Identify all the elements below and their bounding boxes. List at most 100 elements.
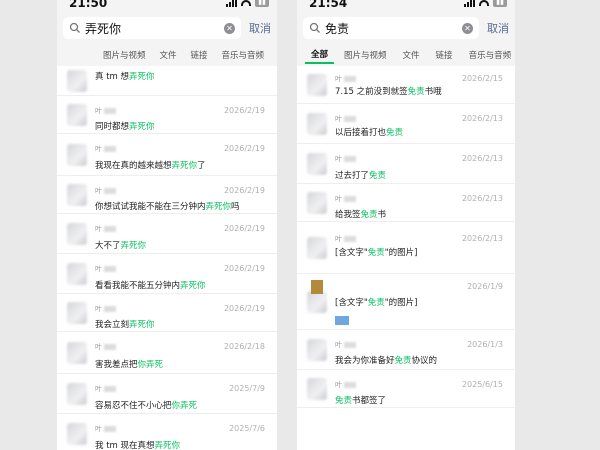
- message-text-before: 我会立刻: [95, 320, 130, 330]
- tab-files[interactable]: 文件: [154, 47, 183, 63]
- avatar: [307, 237, 327, 259]
- search-input[interactable]: 免责 ✕: [303, 17, 479, 39]
- wifi-icon: [241, 0, 252, 6]
- clear-search-icon[interactable]: ✕: [462, 22, 473, 34]
- signal-icon: [464, 0, 476, 7]
- sender-name: 叶: [335, 74, 356, 84]
- keyword-highlight: 弄死你: [129, 72, 155, 82]
- cancel-button[interactable]: 取消: [487, 20, 509, 36]
- tab-music-audio[interactable]: 音乐与音频: [216, 47, 271, 63]
- keyword-highlight: 弄死你: [120, 241, 147, 251]
- search-icon: [69, 22, 80, 33]
- result-row[interactable]: 2026/1/9 [含文字"免责"的图片]: [297, 274, 515, 330]
- result-row[interactable]: 叶 2026/2/18 害我差点把你弄死: [57, 332, 277, 374]
- status-bar: 21:54 ▮▮: [297, 0, 515, 12]
- avatar: [307, 74, 327, 96]
- result-row[interactable]: 叶 2026/2/19 我会立刻弄死你: [57, 294, 277, 332]
- message-text-before: 你想试试我能不能在三分钟内: [95, 202, 206, 212]
- message-text: 我会为你准备好免责协议的: [335, 354, 437, 366]
- result-row[interactable]: 叶 2026/2/13 以后接着打也免责: [297, 104, 515, 144]
- avatar: [307, 153, 327, 175]
- avatar: [307, 291, 327, 313]
- status-icons: ▮▮: [464, 0, 507, 7]
- tab-links[interactable]: 链接: [185, 47, 214, 63]
- message-text: 我现在真的越来越想弄死你了: [95, 159, 206, 171]
- sender-name: 叶: [95, 384, 116, 394]
- search-query: 免责: [325, 21, 350, 36]
- message-text-before: 大不了: [95, 241, 121, 251]
- cancel-button[interactable]: 取消: [249, 20, 271, 36]
- search-icon: [309, 22, 320, 33]
- result-row[interactable]: 叶 2026/1/3 我会为你准备好免责协议的: [297, 330, 515, 370]
- avatar: [307, 339, 327, 361]
- tab-images-videos[interactable]: 图片与视频: [338, 47, 393, 63]
- keyword-highlight: 免责: [367, 298, 385, 308]
- tab-files[interactable]: 文件: [397, 47, 426, 63]
- avatar: [67, 302, 87, 324]
- result-row[interactable]: 叶 2026/2/19 我现在真的越来越想弄死你了: [57, 134, 277, 176]
- result-row[interactable]: 叶 2026/2/13 过去打了免责: [297, 144, 515, 184]
- avatar: [67, 104, 87, 126]
- message-text: 真 tm 想弄死你: [95, 70, 155, 82]
- message-text: 免责书都签了: [335, 394, 386, 406]
- keyword-highlight: 你弄死: [137, 360, 164, 370]
- message-text-after: 书都签了: [352, 396, 387, 406]
- message-text: 看看我能不能五分钟内弄死你: [95, 279, 206, 291]
- result-row[interactable]: 叶 2026/2/19 看看我能不能五分钟内弄死你: [57, 254, 277, 294]
- message-text-after: "的图片]: [384, 248, 418, 258]
- message-date: 2026/1/3: [467, 340, 503, 349]
- sender-name: 叶: [335, 380, 356, 390]
- message-date: 2026/2/19: [223, 144, 265, 153]
- result-row[interactable]: 叶 2026/2/15 7.15 之前没到就签免责书哦: [297, 66, 515, 104]
- image-thumbnail[interactable]: [335, 316, 349, 325]
- filter-tabs: 图片与视频 文件 链接 音乐与音频: [57, 44, 277, 66]
- message-text-before: 真 tm 想: [95, 72, 130, 82]
- message-text: 7.15 之前没到就签免责书哦: [335, 85, 442, 97]
- avatar: [307, 192, 327, 214]
- result-row[interactable]: 叶 2026/2/19 你想试试我能不能在三分钟内弄死你吗: [57, 176, 277, 214]
- message-text-after: 书: [377, 210, 387, 220]
- left-phone-screen: 21:50 ▮▮ 弄死你 ✕ 取消 图片与视频 文件 链接 音乐与音频 真 tm…: [57, 0, 277, 450]
- filter-tabs: 全部 图片与视频 文件 链接 音乐与音频: [297, 44, 515, 66]
- result-row[interactable]: 叶 2025/7/6 我 tm 现在真想弄死你: [57, 414, 277, 450]
- result-row[interactable]: 叶 2025/7/9 容易忍不住不小心把你弄死: [57, 374, 277, 414]
- tab-links[interactable]: 链接: [430, 47, 459, 63]
- avatar: [67, 144, 87, 166]
- avatar: [67, 383, 87, 405]
- message-text-before: 看看我能不能五分钟内: [95, 281, 181, 291]
- result-row[interactable]: 叶 2026/2/19 大不了弄死你: [57, 214, 277, 254]
- avatar: [307, 378, 327, 400]
- tab-all[interactable]: 全部: [305, 46, 335, 64]
- message-date: 2026/2/15: [461, 74, 503, 83]
- message-text-before: 以后接着打也: [335, 128, 387, 138]
- search-bar: 免责 ✕ 取消: [297, 12, 515, 44]
- tab-images-videos[interactable]: 图片与视频: [97, 47, 152, 63]
- result-row[interactable]: 叶 2026/2/13 [含文字"免责"的图片]: [297, 222, 515, 274]
- message-date: 2026/2/13: [461, 114, 503, 123]
- result-row[interactable]: 叶 2025/6/15 免责书都签了: [297, 370, 515, 408]
- message-text: 大不了弄死你: [95, 239, 146, 251]
- message-date: 2026/2/18: [223, 342, 265, 351]
- message-text-before: 给我签: [335, 210, 361, 220]
- result-row[interactable]: 真 tm 想弄死你: [57, 66, 277, 96]
- message-date: 2026/2/19: [223, 264, 265, 273]
- message-text-after: "的图片]: [384, 298, 418, 308]
- keyword-highlight: 免责: [394, 356, 412, 366]
- message-text-before: 我 tm 现在真想: [95, 441, 155, 450]
- clear-search-icon[interactable]: ✕: [224, 22, 235, 34]
- signal-icon: [226, 0, 238, 7]
- keyword-highlight: 免责: [360, 210, 378, 220]
- tab-music-audio[interactable]: 音乐与音频: [463, 47, 515, 63]
- result-row[interactable]: 叶 2026/2/13 给我签免责书: [297, 184, 515, 222]
- avatar: [67, 223, 87, 245]
- sender-name: 叶: [95, 424, 116, 434]
- message-text: 同时都想弄死你: [95, 120, 155, 132]
- keyword-highlight: 弄死你: [205, 202, 232, 212]
- result-row[interactable]: 叶 2026/2/19 同时都想弄死你: [57, 96, 277, 134]
- message-date: 2026/2/19: [223, 186, 265, 195]
- sender-name: 叶: [335, 114, 356, 124]
- message-date: 2026/2/19: [223, 304, 265, 313]
- search-input[interactable]: 弄死你 ✕: [63, 17, 241, 39]
- message-date: 2025/6/15: [461, 380, 503, 389]
- keyword-highlight: 弄死你: [154, 441, 181, 450]
